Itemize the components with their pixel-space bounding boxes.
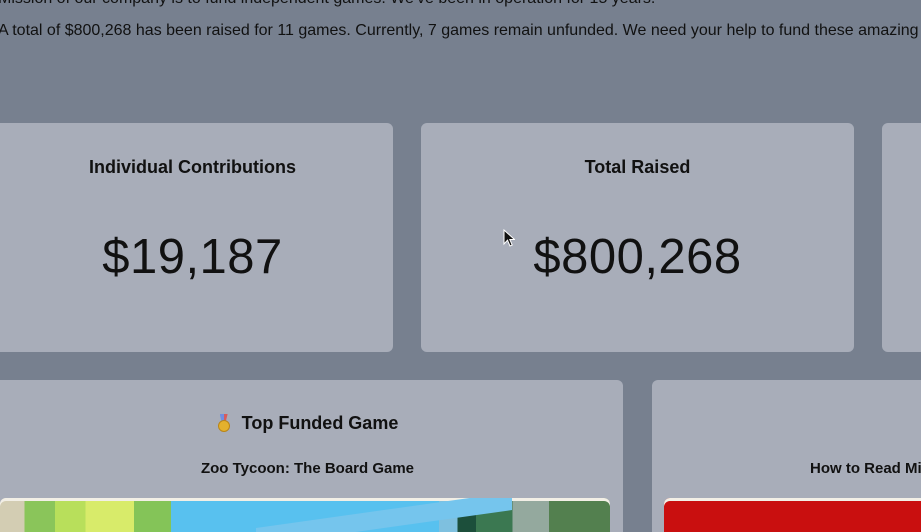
individual-contributions-label: Individual Contributions (89, 157, 296, 177)
second-game-card: How to Read Mi (652, 380, 921, 532)
zoo-tycoon-game-image (0, 498, 610, 532)
medal-coin (217, 420, 230, 432)
top-funded-game-card: Top Funded Game Zoo Tycoon: The Board Ga… (0, 380, 623, 532)
funding-summary-text: A total of $800,268 has been raised for … (0, 22, 921, 39)
individual-contributions-card: Individual Contributions $19,187 (0, 123, 393, 352)
intro-mission-text: Mission of our company is to fund indepe… (0, 0, 655, 9)
top-funded-game-title: Zoo Tycoon: The Board Game (200, 460, 415, 477)
second-game-image (664, 498, 921, 532)
medal-icon (217, 414, 231, 432)
partial-stat-card (882, 123, 921, 352)
mouse-pointer-icon (503, 229, 515, 247)
total-raised-value: $800,268 (533, 230, 742, 284)
second-game-title: How to Read Mi (810, 460, 921, 477)
total-raised-card: Total Raised $800,268 (421, 123, 854, 352)
individual-contributions-value: $19,187 (102, 230, 283, 284)
total-raised-label: Total Raised (584, 157, 691, 177)
top-funded-heading-text: Top Funded Game (241, 413, 399, 433)
top-funded-heading: Top Funded Game (0, 413, 623, 434)
fundraising-dashboard: Mission of our company is to fund indepe… (0, 0, 921, 532)
